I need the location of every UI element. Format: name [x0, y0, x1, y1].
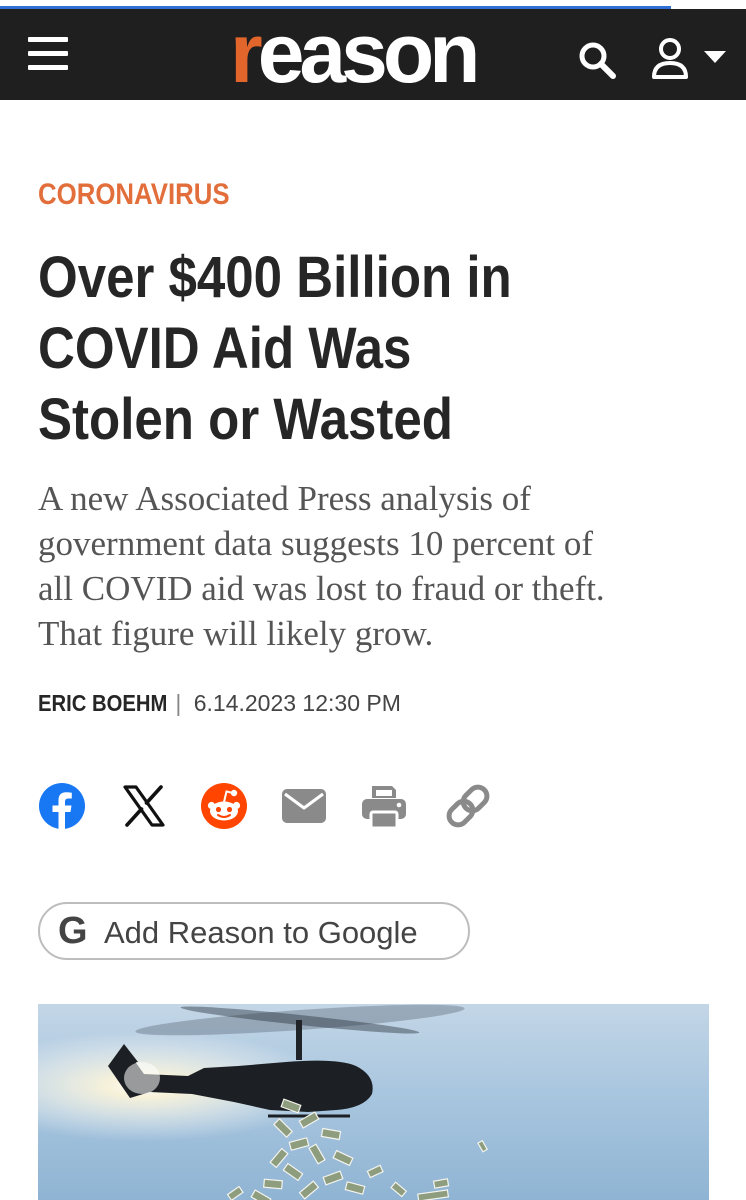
byline-separator: | [175, 690, 182, 716]
caret-down-icon [704, 51, 726, 63]
article-headline: Over $400 Billion in COVID Aid Was Stole… [38, 242, 689, 455]
share-x-button[interactable] [122, 782, 172, 830]
headline-line: Over $400 Billion in [38, 245, 512, 310]
headline-line: Stolen or Wasted [38, 387, 453, 452]
user-icon [652, 38, 688, 79]
byline: ERIC BOEHM | 6.14.2023 12:30 PM [38, 690, 401, 717]
link-icon [446, 784, 490, 828]
share-bar [38, 782, 518, 830]
dek-line: government data suggests 10 percent of [38, 524, 593, 563]
dek-line: all COVID aid was lost to fraud or theft… [38, 569, 605, 608]
site-header: reason [0, 9, 746, 100]
dek-line: That figure will likely grow. [38, 614, 434, 653]
share-reddit-button[interactable] [200, 782, 250, 830]
add-to-google-button[interactable]: G Add Reason to Google [38, 902, 470, 960]
share-email-button[interactable] [280, 782, 330, 830]
email-icon [282, 789, 326, 823]
helicopter-money-image [38, 1004, 709, 1200]
article-dek: A new Associated Press analysis of gover… [38, 476, 718, 656]
site-logo[interactable]: reason [230, 11, 480, 95]
publish-date: 6.14.2023 12:30 PM [193, 690, 401, 716]
search-button[interactable] [576, 39, 618, 81]
menu-icon [28, 37, 68, 42]
article-category[interactable]: CORONAVIRUS [38, 178, 230, 212]
search-icon [579, 42, 616, 79]
x-icon [123, 785, 165, 827]
copy-link-button[interactable] [442, 782, 492, 830]
add-to-google-label: Add Reason to Google [104, 915, 418, 950]
menu-button[interactable] [28, 37, 72, 75]
headline-line: COVID Aid Was [38, 316, 412, 381]
print-button[interactable] [360, 782, 410, 830]
print-icon [362, 786, 406, 830]
share-facebook-button[interactable] [38, 782, 88, 830]
logo-accent-letter: r [230, 6, 263, 100]
account-menu-button[interactable] [650, 35, 730, 83]
dek-line: A new Associated Press analysis of [38, 479, 531, 518]
hero-image[interactable] [38, 1004, 709, 1200]
reddit-icon [201, 783, 247, 829]
logo-text: eason [257, 6, 481, 100]
google-icon: G [58, 910, 88, 952]
facebook-icon [39, 783, 85, 829]
author-link[interactable]: ERIC BOEHM [38, 690, 167, 717]
